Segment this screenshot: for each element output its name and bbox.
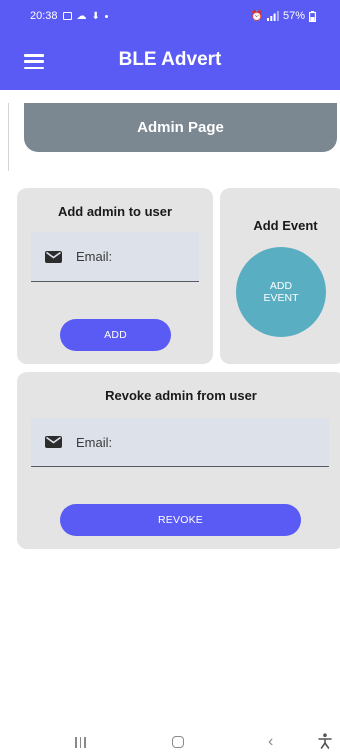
download-notification-icon: ⬇ xyxy=(91,10,100,22)
revoke-admin-button[interactable]: REVOKE xyxy=(60,504,301,536)
add-event-button[interactable]: ADD EVENT xyxy=(236,247,326,337)
add-event-label-line2: EVENT xyxy=(263,292,299,304)
home-icon[interactable] xyxy=(172,736,184,748)
cloud-notification-icon: ☁ xyxy=(76,10,87,22)
app-title: BLE Advert xyxy=(118,49,222,70)
system-nav-bar: ‹ xyxy=(0,724,340,756)
add-event-label-line1: ADD xyxy=(269,280,293,292)
page-title: Admin Page xyxy=(137,119,224,136)
add-admin-button[interactable]: ADD xyxy=(60,319,171,351)
add-event-title: Add Event xyxy=(253,218,318,233)
gallery-notification-icon xyxy=(62,12,72,20)
revoke-admin-card: Revoke admin from user Email: REVOKE xyxy=(17,372,340,549)
battery-percent: 57% xyxy=(282,10,305,22)
add-admin-title: Add admin to user xyxy=(57,204,173,219)
signal-icon xyxy=(266,11,279,21)
app-bar: BLE Advert xyxy=(0,34,340,90)
add-event-card: Add Event ADD EVENT xyxy=(220,188,340,364)
revoke-admin-email-field[interactable]: Email: xyxy=(31,418,329,467)
recents-icon[interactable] xyxy=(75,737,86,748)
alarm-icon: ⏰ xyxy=(250,10,263,22)
add-admin-email-placeholder: Email: xyxy=(76,249,113,264)
mail-icon xyxy=(45,436,62,448)
mail-icon xyxy=(45,250,62,263)
add-admin-email-field[interactable]: Email: xyxy=(31,232,199,282)
status-time: 20:38 xyxy=(30,10,58,22)
admin-screen: 20:38 ☁ ⬇ ⏰ 57% BLE Advert Admin Page Ad… xyxy=(0,0,340,756)
battery-icon xyxy=(309,10,316,22)
status-right: ⏰ 57% xyxy=(251,10,316,22)
admin-page-header: Admin Page xyxy=(24,103,337,152)
add-admin-card: Add admin to user Email: ADD xyxy=(17,188,213,364)
accessibility-icon[interactable] xyxy=(318,733,332,749)
back-icon[interactable]: ‹ xyxy=(268,734,273,750)
left-divider xyxy=(8,103,9,171)
more-notifications-icon xyxy=(104,14,108,18)
revoke-admin-email-placeholder: Email: xyxy=(76,434,113,450)
revoke-admin-title: Revoke admin from user xyxy=(105,388,257,403)
status-bar: 20:38 ☁ ⬇ ⏰ 57% xyxy=(0,0,340,34)
status-left: 20:38 ☁ ⬇ xyxy=(30,10,108,22)
